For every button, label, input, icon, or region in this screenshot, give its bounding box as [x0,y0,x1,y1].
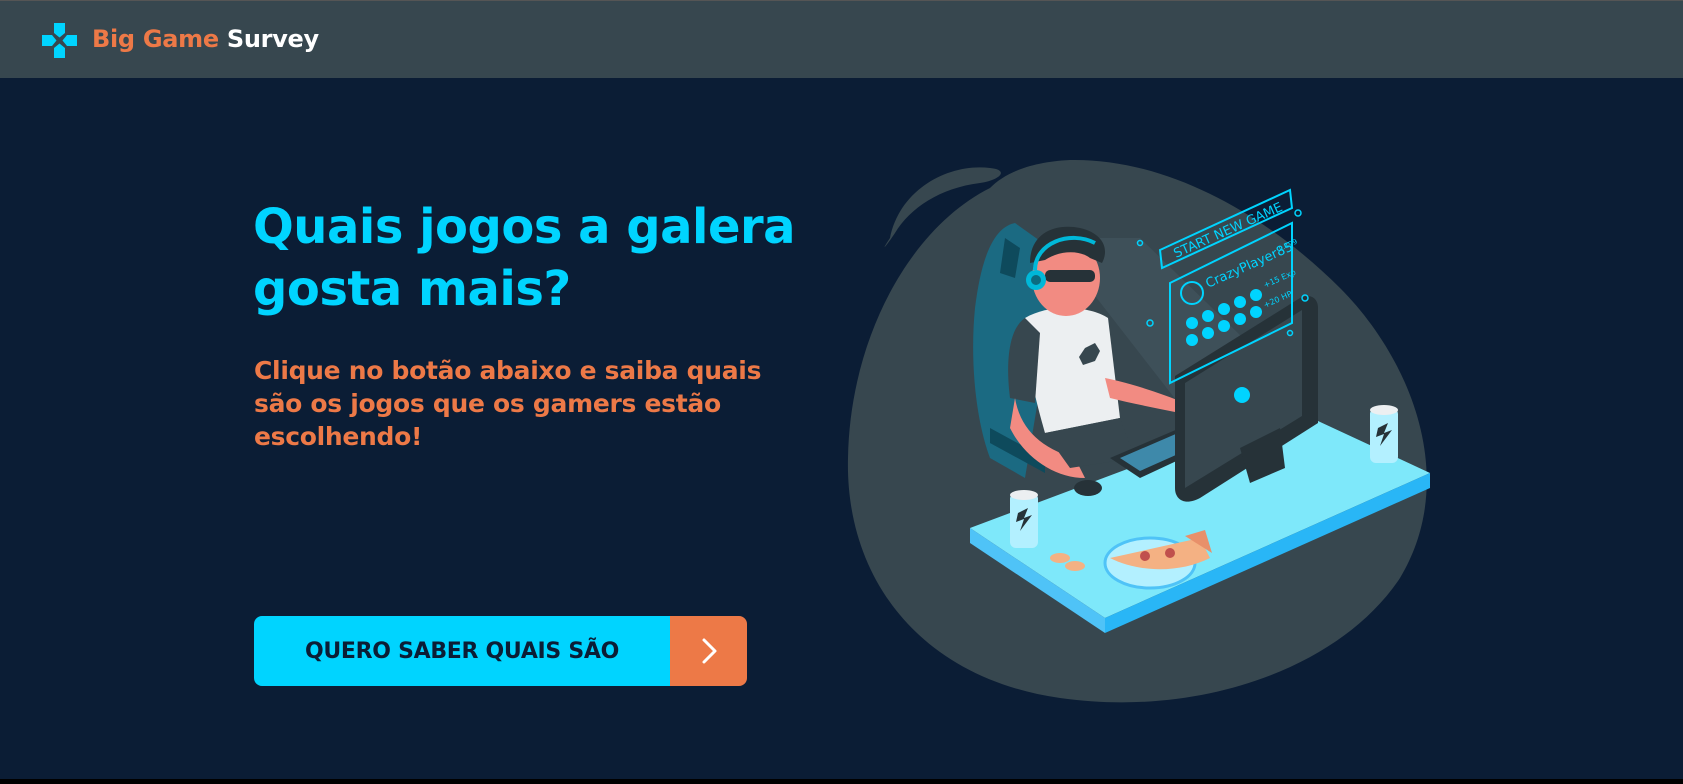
brand-name-part2: Survey [226,25,319,53]
brand-name-part1: Big Game [92,25,219,53]
top-bar: Big Game Survey [0,0,1683,78]
energy-can-left [1010,490,1038,548]
brand-logo[interactable]: Big Game Survey [92,25,319,53]
mouse [1074,480,1102,496]
cta-button-label: QUERO SABER QUAIS SÃO [254,616,670,686]
page-bottom-border [0,779,1683,784]
hero-subtitle: Clique no botão abaixo e saiba quais são… [254,356,762,451]
gamer-illustration: START NEW GAME CrazyPlayer85 L.199 +15 E… [847,159,1430,703]
energy-can-right [1370,405,1398,463]
cta-button[interactable]: QUERO SABER QUAIS SÃO [254,616,747,686]
chevron-right-icon [702,638,716,664]
cta-button-arrow[interactable] [670,616,747,686]
gamepad-cross-icon[interactable] [42,23,77,58]
hero-headline: Quais jogos a galera gosta mais? [253,199,796,317]
